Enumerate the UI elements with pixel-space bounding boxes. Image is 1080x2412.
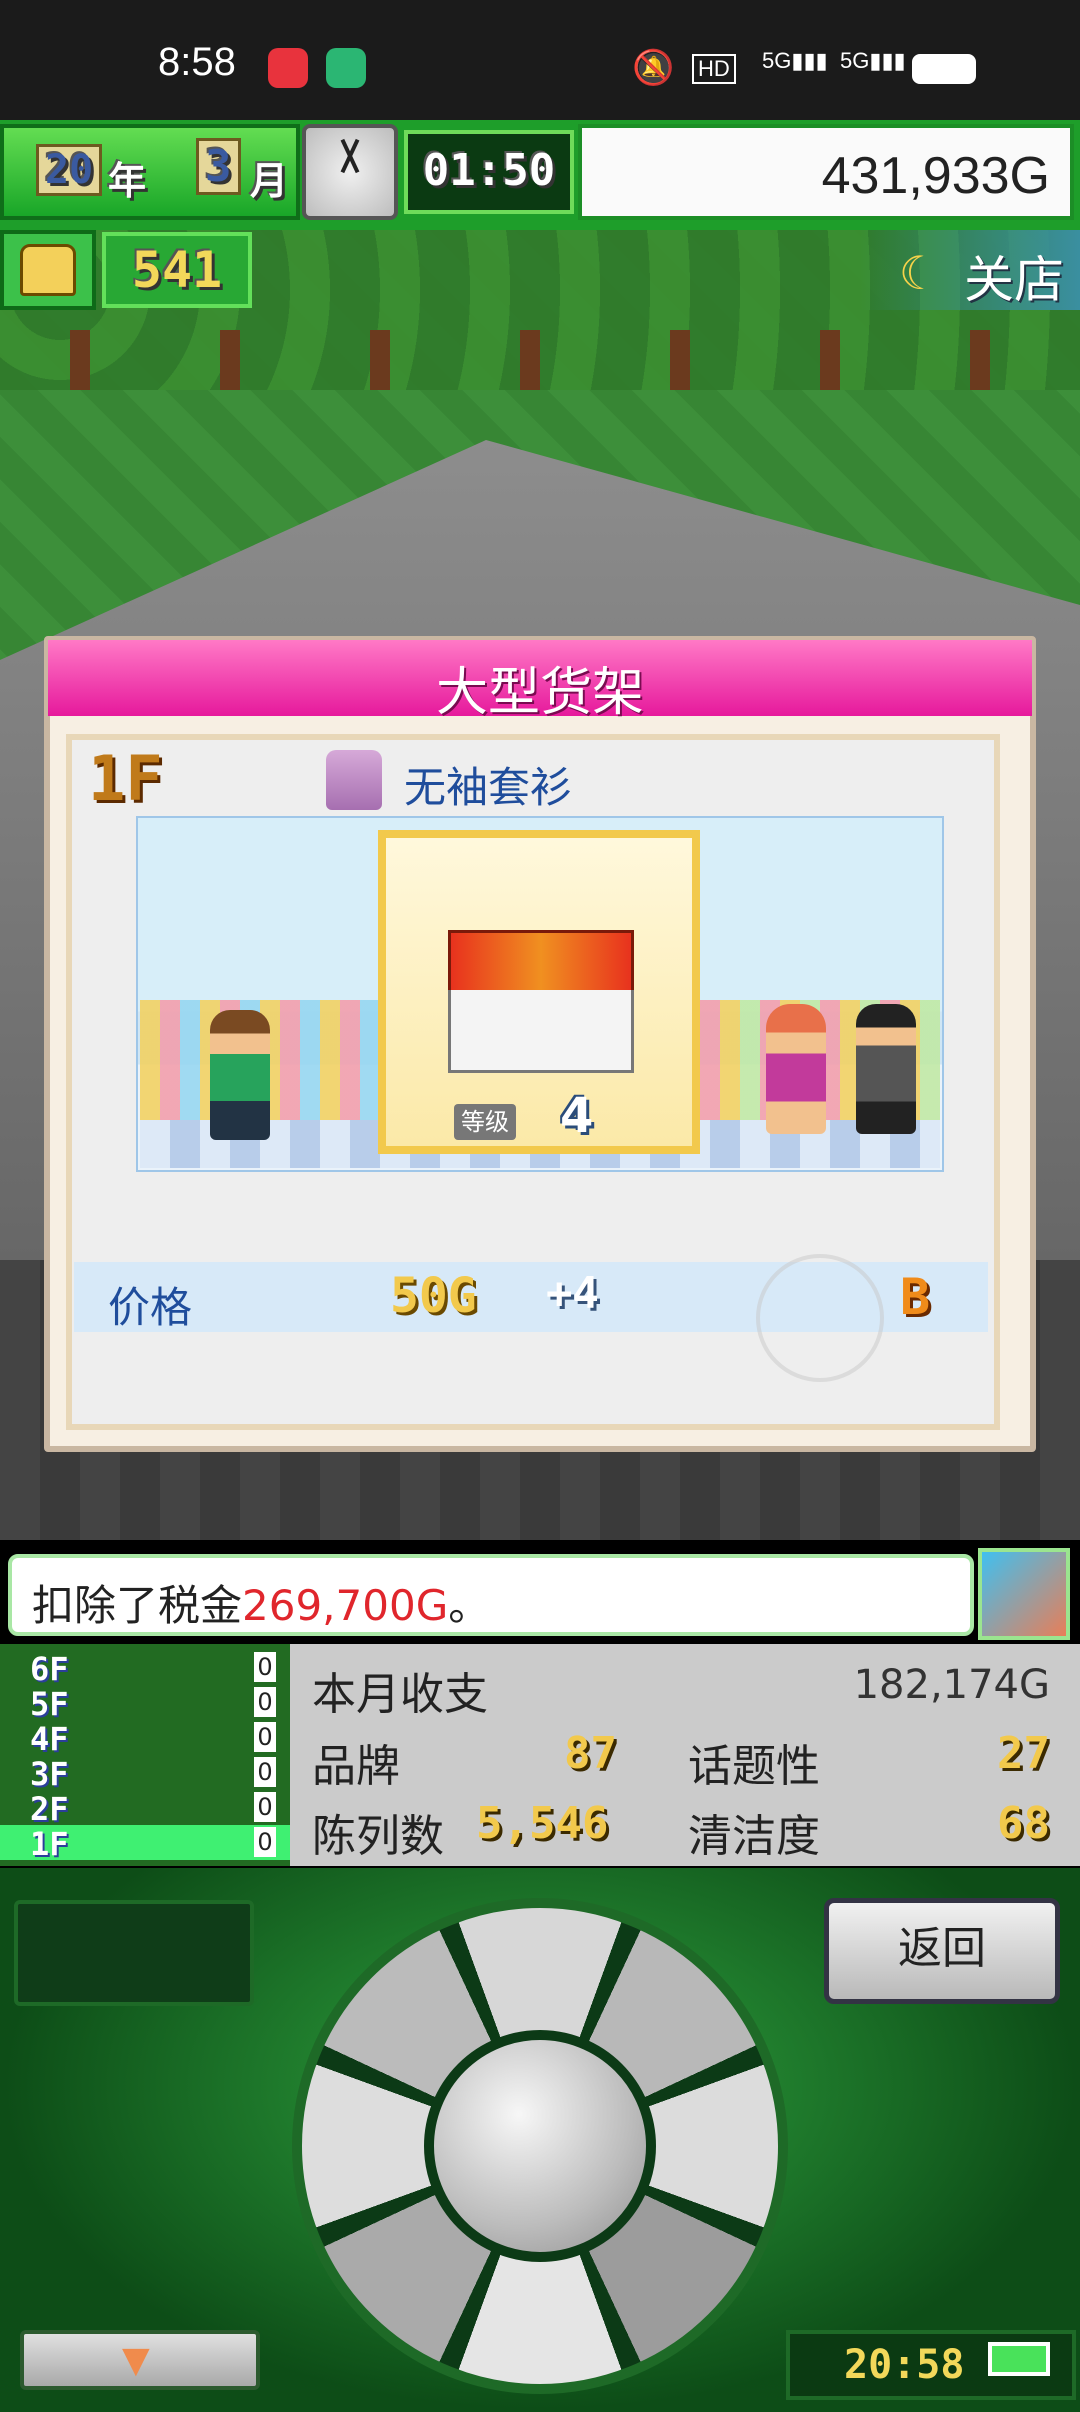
menu-button[interactable] xyxy=(14,1900,254,2006)
customer-sprite-3 xyxy=(856,1004,916,1134)
level-value: 4 xyxy=(560,1088,594,1144)
shirt-count: 541 xyxy=(102,232,252,308)
dpad-center-button[interactable] xyxy=(424,2030,656,2262)
advisor-avatar xyxy=(978,1548,1070,1640)
dialog-title: 大型货架 xyxy=(435,663,644,723)
floor-row-6[interactable]: 6F 0 xyxy=(0,1650,290,1688)
shirt-icon[interactable] xyxy=(0,230,96,310)
year-unit: 年 xyxy=(108,159,147,203)
battery-indicator-icon xyxy=(988,2342,1050,2376)
dialog-title-bar: 大型货架 xyxy=(48,640,1032,723)
netease-music-icon xyxy=(268,48,308,88)
category-label: 无袖套衫 xyxy=(404,763,573,812)
clean-value: 68 xyxy=(997,1798,1050,1849)
price-label: 价格 xyxy=(108,1283,193,1332)
floor-row-1[interactable]: 1F 0 xyxy=(0,1825,290,1863)
touch-indicator xyxy=(756,1254,884,1382)
stats-panel: 本月收支 182,174G 品牌 87 话题性 27 陈列数 5,546 清洁度… xyxy=(290,1644,1080,1866)
year-value: 20 xyxy=(36,144,103,196)
level-tag: 等级 xyxy=(454,1104,516,1140)
message-amount: 269,700G xyxy=(242,1581,449,1630)
message-prefix: 扣除了税金 xyxy=(32,1581,243,1630)
display-label: 陈列数 xyxy=(312,1811,444,1862)
floor-row-2[interactable]: 2F 0 xyxy=(0,1790,290,1828)
status-time: 8:58 xyxy=(158,40,236,84)
moon-icon: ☾ xyxy=(898,246,940,300)
hd-icon: HD xyxy=(692,54,736,84)
device-time: 20:58 xyxy=(844,2342,965,2388)
clock-icon xyxy=(302,124,398,220)
5g-signal-icon-2: 5G▮▮▮ xyxy=(840,48,906,73)
customer-sprite xyxy=(210,1010,270,1140)
floor-list: 6F 0 5F 0 4F 0 3F 0 2F 0 1F 0 xyxy=(0,1644,290,1866)
month-unit: 月 xyxy=(250,159,289,203)
date-display: 20 年 3 月 xyxy=(0,124,300,220)
money-value: 431,933G xyxy=(821,147,1050,205)
chevron-down-icon: ▼ xyxy=(122,2340,150,2381)
back-button[interactable]: 返回 xyxy=(824,1898,1060,2004)
brand-label: 品牌 xyxy=(312,1741,400,1792)
month-value: 3 xyxy=(196,138,241,195)
floor-row-3[interactable]: 3F 0 xyxy=(0,1755,290,1793)
message-text: 扣除了税金269,700G。 xyxy=(32,1572,490,1633)
price-rank: B xyxy=(900,1268,931,1326)
message-bar: 扣除了税金269,700G。 xyxy=(8,1554,974,1636)
battery-icon xyxy=(912,54,976,84)
close-shop-label: 关店 xyxy=(964,251,1064,309)
floor-row-5[interactable]: 5F 0 xyxy=(0,1685,290,1723)
large-shelf-icon xyxy=(448,930,634,1080)
5g-signal-icon: 5G▮▮▮ xyxy=(762,48,828,73)
topic-value: 27 xyxy=(997,1728,1050,1779)
close-shop-button[interactable]: ☾ 关店 xyxy=(860,230,1080,310)
status-bar: 8:58 🔕 HD 5G▮▮▮ 5G▮▮▮ xyxy=(0,0,1080,120)
display-value: 5,546 xyxy=(476,1798,609,1849)
mute-icon: 🔕 xyxy=(632,49,675,87)
price-value: 50G xyxy=(390,1268,477,1324)
brand-value: 87 xyxy=(564,1728,617,1779)
sleeveless-shirt-icon xyxy=(326,750,382,810)
clean-label: 清洁度 xyxy=(688,1811,820,1862)
price-bonus: +4 xyxy=(546,1268,599,1319)
game-time: 01:50 xyxy=(404,130,574,214)
money-display: 431,933G xyxy=(578,124,1074,220)
scroll-down-button[interactable]: ▼ xyxy=(20,2330,260,2390)
monthly-label: 本月收支 xyxy=(312,1669,488,1720)
customer-sprite-2 xyxy=(766,1004,826,1134)
floor-row-4[interactable]: 4F 0 xyxy=(0,1720,290,1758)
monthly-value: 182,174G xyxy=(853,1662,1050,1708)
vegas-app-icon xyxy=(326,48,366,88)
topic-label: 话题性 xyxy=(688,1741,820,1792)
message-suffix: 。 xyxy=(448,1581,491,1630)
floor-label: 1F xyxy=(88,742,163,815)
tree-trunks xyxy=(0,330,1080,390)
